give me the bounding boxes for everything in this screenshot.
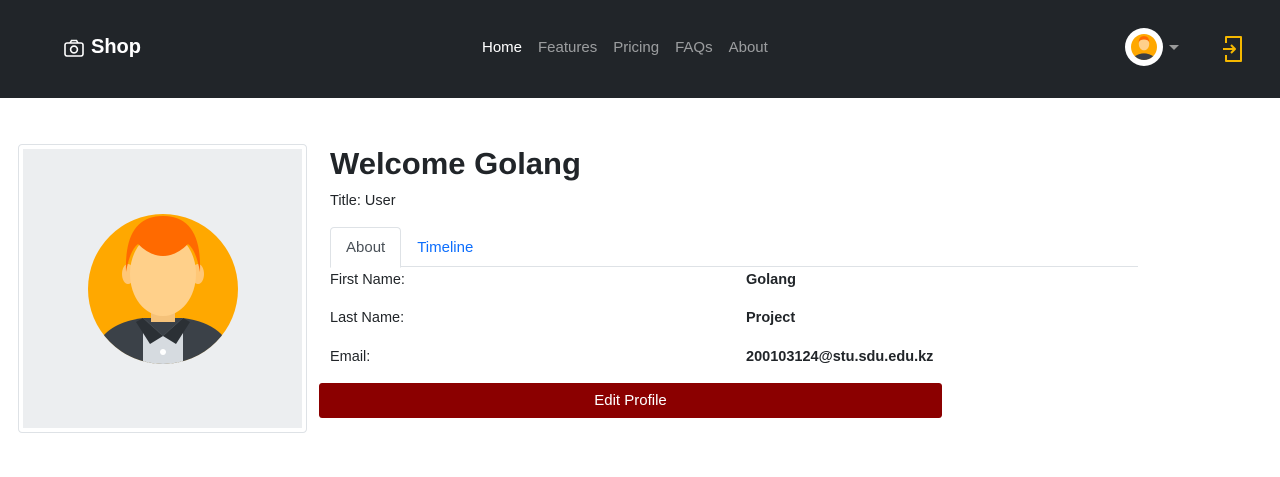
- nav-about[interactable]: About: [729, 38, 768, 58]
- edit-profile-button[interactable]: Edit Profile: [319, 383, 942, 418]
- camera-icon: [64, 39, 84, 57]
- email-value: 200103124@stu.sdu.edu.kz: [746, 349, 934, 365]
- main-nav: Home Features Pricing FAQs About: [482, 38, 784, 58]
- user-title: Title: User: [330, 193, 396, 209]
- tab-about[interactable]: About: [330, 227, 402, 268]
- nav-home[interactable]: Home: [482, 38, 522, 58]
- last-name-value: Project: [746, 310, 796, 326]
- first-name-label: First Name:: [330, 272, 405, 288]
- tab-timeline[interactable]: Timeline: [401, 227, 489, 267]
- first-name-value: Golang: [746, 272, 796, 288]
- page-title: Welcome Golang: [330, 146, 581, 181]
- sign-out-icon: [1223, 36, 1242, 62]
- top-navbar: Shop Home Features Pricing FAQs About: [0, 0, 1280, 98]
- logout-button[interactable]: [1220, 34, 1246, 64]
- chevron-down-icon: [1169, 44, 1179, 50]
- brand-link[interactable]: Shop: [64, 36, 141, 59]
- nav-features[interactable]: Features: [538, 38, 597, 58]
- profile-picture-card: [18, 144, 307, 433]
- last-name-label: Last Name:: [330, 310, 405, 326]
- user-avatar-icon: [1131, 34, 1157, 60]
- profile-tabs: About Timeline: [330, 227, 1138, 268]
- nav-pricing[interactable]: Pricing: [613, 38, 659, 58]
- user-avatar-icon: [87, 213, 238, 364]
- avatar: [1125, 28, 1163, 66]
- email-label: Email:: [330, 349, 371, 365]
- profile-picture: [23, 149, 302, 428]
- brand-name: Shop: [91, 36, 141, 58]
- user-dropdown[interactable]: [1125, 28, 1179, 66]
- nav-faqs[interactable]: FAQs: [675, 38, 713, 58]
